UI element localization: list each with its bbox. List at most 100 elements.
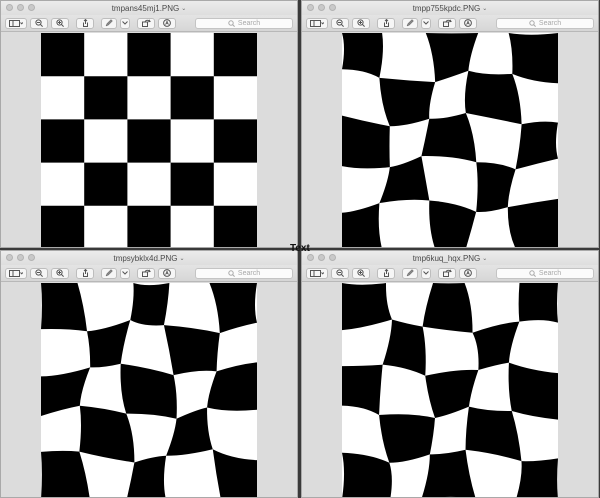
window-title[interactable]: tmp6kuq_hqx.PNG xyxy=(413,254,481,263)
markup-menu-button[interactable] xyxy=(421,17,431,29)
checker-square xyxy=(342,203,382,247)
zoom-out-button[interactable] xyxy=(331,267,349,279)
annotate-button[interactable] xyxy=(158,17,176,29)
checker-square xyxy=(79,405,135,463)
share-button[interactable] xyxy=(76,267,94,279)
title-chevron-icon[interactable]: ⌄ xyxy=(181,5,186,12)
markup-pen-button[interactable] xyxy=(101,17,117,29)
window-controls xyxy=(6,254,35,261)
zoom-in-icon xyxy=(56,19,64,27)
sidebar-toggle-button[interactable] xyxy=(5,267,27,279)
search-icon xyxy=(228,269,235,277)
zoom-in-button[interactable] xyxy=(352,267,370,279)
search-field[interactable]: Search xyxy=(195,17,293,29)
preview-window-4: tmp6kuq_hqx.PNG ⌄ Search xyxy=(301,250,599,498)
zoom-out-button[interactable] xyxy=(331,17,349,29)
zoom-out-icon xyxy=(35,269,43,277)
zoom-out-button[interactable] xyxy=(30,267,48,279)
minimize-button[interactable] xyxy=(17,4,24,11)
sidebar-toggle-button[interactable] xyxy=(5,17,27,29)
title-chevron-icon[interactable]: ⌄ xyxy=(482,255,487,262)
close-button[interactable] xyxy=(307,4,314,11)
window-title[interactable]: tmpp755kpdc.PNG xyxy=(413,4,481,13)
markup-menu-button[interactable] xyxy=(120,267,130,279)
zoom-in-button[interactable] xyxy=(352,17,370,29)
markup-menu-button[interactable] xyxy=(120,17,130,29)
search-placeholder: Search xyxy=(237,269,261,277)
checker-square xyxy=(213,205,257,247)
rotate-button[interactable] xyxy=(137,267,155,279)
zoom-button[interactable] xyxy=(329,4,336,11)
rotate-button[interactable] xyxy=(438,17,456,29)
rotate-button[interactable] xyxy=(137,17,155,29)
checker-square xyxy=(130,283,170,326)
title-bar[interactable]: tmpp755kpdc.PNG ⌄ xyxy=(302,1,598,15)
sidebar-toggle-button[interactable] xyxy=(306,267,328,279)
markup-menu-button[interactable] xyxy=(421,267,431,279)
checkerboard-graphic xyxy=(41,33,257,247)
zoom-button[interactable] xyxy=(28,254,35,261)
annotate-icon xyxy=(464,19,472,27)
checker-square xyxy=(476,162,516,212)
checker-square xyxy=(127,119,171,163)
title-bar[interactable]: tmp6kuq_hqx.PNG ⌄ xyxy=(302,251,598,265)
image-canvas[interactable] xyxy=(302,283,598,497)
checker-square xyxy=(127,205,171,247)
checker-square xyxy=(84,162,128,206)
checker-square xyxy=(41,450,90,497)
minimize-button[interactable] xyxy=(318,254,325,261)
sidebar-toggle-button[interactable] xyxy=(306,17,328,29)
markup-pen-button[interactable] xyxy=(402,17,418,29)
checker-square xyxy=(342,452,392,497)
toolbar: Search xyxy=(302,265,598,282)
image-canvas[interactable] xyxy=(1,33,297,247)
annotate-button[interactable] xyxy=(459,267,477,279)
search-field[interactable]: Search xyxy=(195,267,293,279)
minimize-button[interactable] xyxy=(17,254,24,261)
pen-icon xyxy=(105,269,113,277)
zoom-in-button[interactable] xyxy=(51,17,69,29)
zoom-out-button[interactable] xyxy=(30,17,48,29)
chevron-down-icon xyxy=(122,271,128,275)
checkerboard-graphic xyxy=(342,283,558,497)
search-field[interactable]: Search xyxy=(496,267,594,279)
window-title[interactable]: tmpsybklx4d.PNG xyxy=(113,254,177,263)
zoom-in-button[interactable] xyxy=(51,267,69,279)
minimize-button[interactable] xyxy=(318,4,325,11)
annotate-icon xyxy=(163,269,171,277)
zoom-button[interactable] xyxy=(329,254,336,261)
title-chevron-icon[interactable]: ⌄ xyxy=(482,5,487,12)
window-controls xyxy=(307,254,336,261)
markup-pen-button[interactable] xyxy=(101,267,117,279)
markup-pen-button[interactable] xyxy=(402,267,418,279)
title-bar[interactable]: tmpsybklx4d.PNG ⌄ xyxy=(1,251,297,265)
annotate-button[interactable] xyxy=(158,267,176,279)
window-title[interactable]: tmpans45mj1.PNG xyxy=(112,4,180,13)
close-button[interactable] xyxy=(6,4,13,11)
search-placeholder: Search xyxy=(538,269,562,277)
annotate-button[interactable] xyxy=(459,17,477,29)
title-bar[interactable]: tmpans45mj1.PNG ⌄ xyxy=(1,1,297,15)
title-chevron-icon[interactable]: ⌄ xyxy=(180,255,185,262)
share-button[interactable] xyxy=(377,267,395,279)
checkerboard-image xyxy=(342,33,558,247)
share-icon xyxy=(383,269,389,277)
share-button[interactable] xyxy=(76,17,94,29)
checker-square xyxy=(429,200,477,247)
share-button[interactable] xyxy=(377,17,395,29)
checker-square xyxy=(518,283,558,323)
search-icon xyxy=(529,19,536,27)
zoom-in-icon xyxy=(357,269,365,277)
close-button[interactable] xyxy=(6,254,13,261)
checker-square xyxy=(382,319,426,376)
zoom-out-icon xyxy=(336,269,344,277)
search-field[interactable]: Search xyxy=(496,17,594,29)
image-canvas[interactable] xyxy=(1,283,297,497)
pen-icon xyxy=(406,269,414,277)
close-button[interactable] xyxy=(307,254,314,261)
image-canvas[interactable] xyxy=(302,33,598,247)
zoom-button[interactable] xyxy=(28,4,35,11)
chevron-down-icon xyxy=(423,271,429,275)
search-icon xyxy=(228,19,235,27)
rotate-button[interactable] xyxy=(438,267,456,279)
